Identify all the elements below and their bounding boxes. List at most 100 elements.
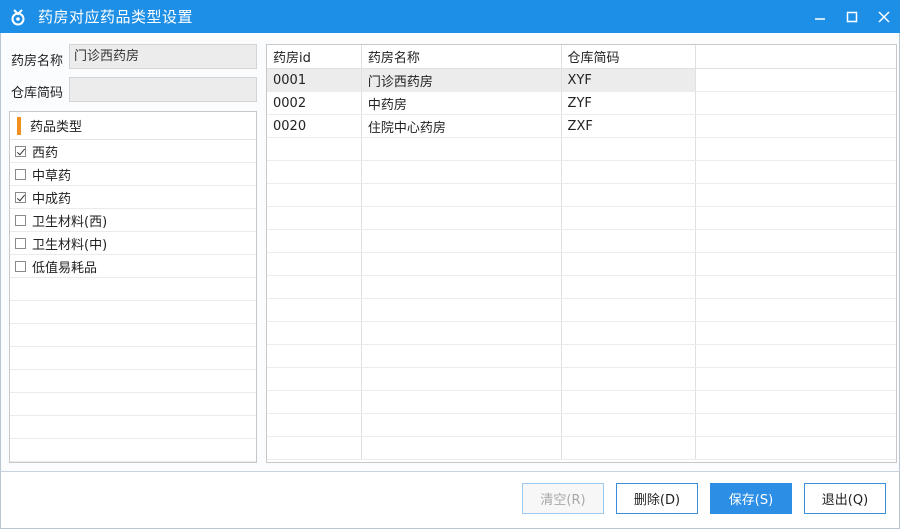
table-cell <box>267 391 362 413</box>
table-cell <box>562 368 697 390</box>
table-cell <box>362 230 562 252</box>
empty-row <box>10 416 256 439</box>
drug-type-panel: 药品类型 西药 中草药中成药卫生材料(西) 卫生材料(中) 低值易耗品 <box>9 111 257 463</box>
checkbox-checked-icon[interactable] <box>15 191 26 203</box>
drug-type-list: 西药 中草药中成药卫生材料(西) 卫生材料(中) 低值易耗品 <box>10 140 256 462</box>
table-cell <box>362 345 562 367</box>
table-cell <box>696 322 896 344</box>
save-button[interactable]: 保存(S) <box>710 483 792 514</box>
table-cell <box>696 253 896 275</box>
checkbox-unchecked-icon[interactable] <box>15 237 26 249</box>
table-row[interactable]: 0001 门诊西药房 XYF <box>267 69 896 92</box>
empty-row <box>10 278 256 301</box>
drug-type-item[interactable]: 西药 <box>10 140 256 163</box>
column-header-empty <box>696 45 896 68</box>
empty-row <box>10 301 256 324</box>
minimize-icon[interactable] <box>804 0 836 33</box>
table-cell <box>562 184 697 206</box>
table-cell: ZXF <box>562 115 697 137</box>
empty-row <box>267 299 896 322</box>
empty-row <box>10 324 256 347</box>
warehouse-code-field[interactable] <box>69 77 257 102</box>
empty-row <box>267 161 896 184</box>
table-cell <box>267 207 362 229</box>
drug-type-item[interactable]: 卫生材料(中) <box>10 232 256 255</box>
drug-type-label: 卫生材料(西) <box>32 214 108 230</box>
drug-type-header-label: 药品类型 <box>30 120 83 135</box>
header-accent-bar <box>17 116 21 135</box>
table-cell <box>267 299 362 321</box>
table-cell <box>696 368 896 390</box>
drug-type-item[interactable]: 中成药 <box>10 186 256 209</box>
checkbox-unchecked-icon[interactable] <box>15 260 26 272</box>
table-cell: 中药房 <box>362 92 562 114</box>
table-cell: 0002 <box>267 92 362 114</box>
table-cell: 住院中心药房 <box>362 115 562 137</box>
table-cell <box>267 414 362 436</box>
table-row[interactable]: 0002 中药房 ZYF <box>267 92 896 115</box>
table-cell <box>362 368 562 390</box>
title-bar: 药房对应药品类型设置 <box>0 0 900 33</box>
pharmacy-grid: 药房id 药房名称 仓库简码 0001 门诊西药房 XYF 0002 中药房 ZYF 002… <box>266 44 897 463</box>
table-cell <box>696 184 896 206</box>
empty-row <box>267 368 896 391</box>
drug-type-item[interactable]: 卫生材料(西) <box>10 209 256 232</box>
delete-button[interactable]: 删除(D) <box>616 483 698 514</box>
empty-row <box>267 253 896 276</box>
window-title: 药房对应药品类型设置 <box>38 8 194 26</box>
drug-type-label: 中成药 <box>32 191 72 207</box>
table-cell <box>267 368 362 390</box>
checkbox-unchecked-icon[interactable] <box>15 168 26 180</box>
table-cell <box>362 322 562 344</box>
button-bar: 清空(R) 删除(D) 保存(S) 退出(Q) <box>0 471 900 529</box>
table-cell <box>562 414 697 436</box>
table-cell <box>562 207 697 229</box>
empty-row <box>267 322 896 345</box>
close-icon[interactable] <box>868 0 900 33</box>
table-cell <box>267 230 362 252</box>
table-cell <box>696 345 896 367</box>
table-cell <box>267 184 362 206</box>
table-cell <box>696 230 896 252</box>
column-header-code[interactable]: 仓库简码 <box>562 45 697 68</box>
table-cell <box>267 322 362 344</box>
table-cell <box>362 207 562 229</box>
table-cell <box>267 138 362 160</box>
table-cell <box>362 161 562 183</box>
table-cell <box>362 299 562 321</box>
empty-row <box>10 347 256 370</box>
table-row[interactable]: 0020 住院中心药房 ZXF <box>267 115 896 138</box>
exit-button[interactable]: 退出(Q) <box>804 483 886 514</box>
column-header-id[interactable]: 药房id <box>267 45 362 68</box>
checkbox-unchecked-icon[interactable] <box>15 214 26 226</box>
table-cell <box>362 253 562 275</box>
clear-button[interactable]: 清空(R) <box>522 483 604 514</box>
drug-type-item[interactable]: 低值易耗品 <box>10 255 256 278</box>
table-cell <box>362 437 562 459</box>
checkbox-checked-icon[interactable] <box>15 145 26 157</box>
table-cell <box>696 437 896 459</box>
drug-type-item[interactable]: 中草药 <box>10 163 256 186</box>
pharmacy-name-label: 药房名称 <box>11 54 64 69</box>
empty-row <box>267 437 896 460</box>
maximize-icon[interactable] <box>836 0 868 33</box>
table-cell <box>696 69 896 91</box>
empty-row <box>267 345 896 368</box>
table-cell <box>696 207 896 229</box>
table-cell <box>562 322 697 344</box>
table-cell <box>562 391 697 413</box>
table-cell <box>696 115 896 137</box>
table-cell <box>696 138 896 160</box>
empty-row <box>267 414 896 437</box>
column-header-name[interactable]: 药房名称 <box>362 45 562 68</box>
grid-header: 药房id 药房名称 仓库简码 <box>267 45 896 69</box>
table-cell <box>562 230 697 252</box>
table-cell <box>267 253 362 275</box>
table-cell <box>696 414 896 436</box>
table-cell <box>267 345 362 367</box>
empty-row <box>10 370 256 393</box>
table-cell: 门诊西药房 <box>361 69 562 91</box>
table-cell <box>562 138 697 160</box>
drug-type-header: 药品类型 <box>10 112 256 140</box>
pharmacy-name-field[interactable]: 门诊西药房 <box>69 44 257 69</box>
